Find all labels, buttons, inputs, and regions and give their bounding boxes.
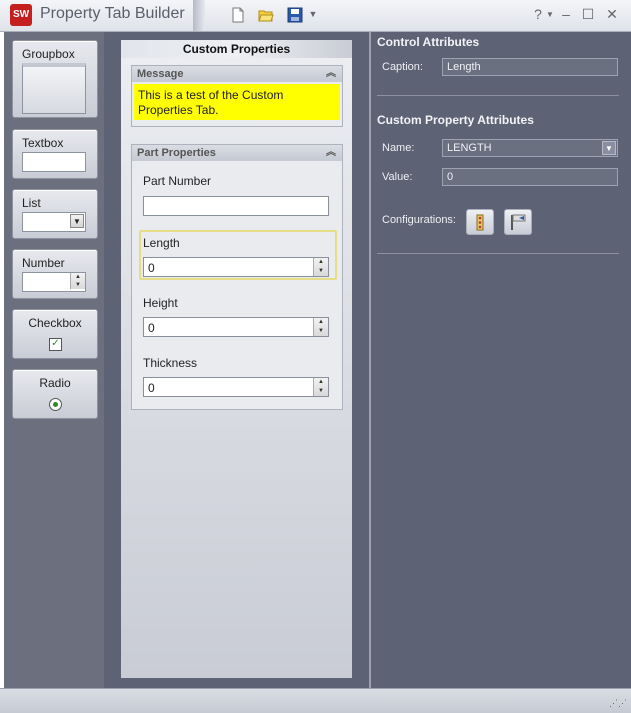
solidworks-logo-icon: SW [10,4,32,26]
toolbox-radio[interactable]: Radio [12,369,98,419]
value-label: Value: [382,171,413,183]
custom-property-attributes-heading: Custom Property Attributes [377,113,534,127]
tab-preview-area: Custom Properties Message ︽ This is a te… [104,32,369,688]
close-button[interactable]: ✕ [604,6,620,23]
thickness-value: 0 [148,381,155,395]
new-file-icon[interactable] [230,7,246,23]
part-number-label: Part Number [143,174,212,188]
groupbox-preview [22,63,86,114]
collapse-icon[interactable]: ︽ [326,66,336,82]
title-bar: SW Property Tab Builder ▼ ? ▼ – ☐ ✕ [0,0,631,32]
name-select-value: LENGTH [447,142,492,154]
message-group: Message ︽ This is a test of the Custom P… [131,65,343,127]
configuration-list-button[interactable] [466,209,494,235]
thickness-label: Thickness [143,356,198,370]
chevron-down-icon: ▼ [70,214,84,228]
spinner-icon: ▲ ▼ [70,273,85,289]
control-attributes-heading: Control Attributes [377,35,480,49]
panel-title: Custom Properties [121,40,352,58]
toolbox-list-label: List [22,196,41,210]
length-input[interactable]: 0 ▲ ▼ [143,257,329,277]
thickness-input[interactable]: 0 ▲ ▼ [143,377,329,397]
control-toolbox: Groupbox Textbox List ▼ Number ▲ ▼ Checkb… [4,32,105,688]
textbox-preview [22,152,86,172]
list-preview: ▼ [22,212,86,232]
toolbox-number[interactable]: Number ▲ ▼ [12,249,98,299]
height-value: 0 [148,321,155,335]
checkbox-checked-icon: ✓ [49,338,62,351]
divider [377,95,619,96]
message-group-header[interactable]: Message ︽ [132,66,342,82]
toolbox-checkbox[interactable]: Checkbox ✓ [12,309,98,359]
configuration-list-icon [476,214,484,231]
length-label: Length [143,236,180,250]
divider [377,253,619,254]
toolbox-groupbox-label: Groupbox [22,47,75,61]
save-icon[interactable] [287,7,303,23]
attributes-panel: Control Attributes Caption: Length Custo… [371,32,631,688]
message-group-title: Message [137,68,184,80]
configurations-label: Configurations: [382,214,456,226]
toolbox-checkbox-label: Checkbox [28,316,82,330]
configuration-flag-icon [511,214,526,230]
message-text: This is a test of the Custom Properties … [134,84,340,120]
height-label: Height [143,296,178,310]
part-properties-group: Part Properties ︽ Part Number Length 0 ▲… [131,144,343,410]
number-preview: ▲ ▼ [22,272,86,292]
collapse-icon[interactable]: ︽ [326,145,336,161]
property-tab-preview: Custom Properties Message ︽ This is a te… [121,40,352,678]
minimize-button[interactable]: – [558,6,574,22]
title-separator [193,0,205,31]
open-folder-icon[interactable] [258,7,274,23]
thickness-spinner-icon[interactable]: ▲ ▼ [313,378,328,396]
toolbox-radio-label: Radio [39,376,71,390]
part-number-input[interactable] [143,196,329,216]
app-window: SW Property Tab Builder ▼ ? ▼ – ☐ ✕ Grou… [0,0,631,713]
save-dropdown-chevron-icon[interactable]: ▼ [305,9,321,19]
height-input[interactable]: 0 ▲ ▼ [143,317,329,337]
help-dropdown-chevron-icon[interactable]: ▼ [542,10,558,19]
toolbox-number-label: Number [22,256,65,270]
chevron-down-icon[interactable]: ▼ [602,141,616,155]
value-input[interactable]: 0 [442,168,618,186]
part-properties-header[interactable]: Part Properties ︽ [132,145,342,161]
configuration-select-button[interactable] [504,209,532,235]
caption-input[interactable]: Length [442,58,618,76]
name-select[interactable]: LENGTH ▼ [442,139,618,157]
maximize-button[interactable]: ☐ [580,6,596,23]
caption-label: Caption: [382,61,423,73]
resize-grip-icon[interactable]: ⋰⋰ [609,698,627,709]
name-label: Name: [382,142,415,154]
toolbox-groupbox[interactable]: Groupbox [12,40,98,118]
window-title: Property Tab Builder [40,5,185,22]
toolbox-textbox-label: Textbox [22,136,64,150]
status-bar: ⋰⋰ [0,688,631,713]
toolbox-textbox[interactable]: Textbox [12,129,98,179]
toolbox-list[interactable]: List ▼ [12,189,98,239]
radio-selected-icon [49,398,62,411]
length-spinner-icon[interactable]: ▲ ▼ [313,258,328,276]
height-spinner-icon[interactable]: ▲ ▼ [313,318,328,336]
length-value: 0 [148,261,155,275]
part-properties-title: Part Properties [137,147,216,159]
